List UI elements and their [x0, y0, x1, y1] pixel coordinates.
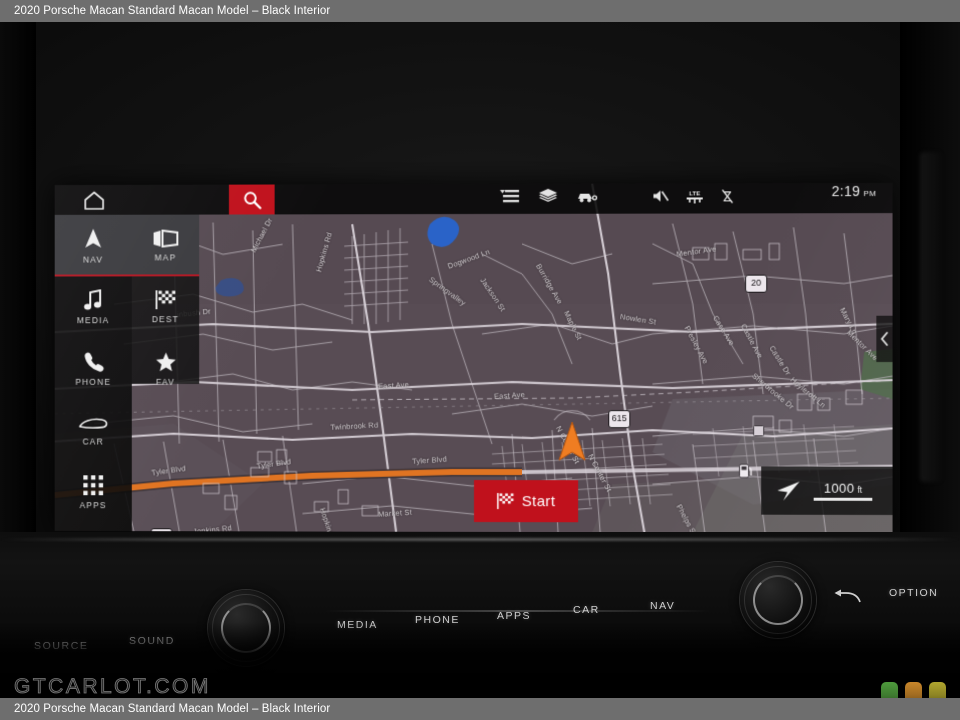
map-scale-bar [813, 497, 873, 501]
screenshot-root: 2020 Porsche Macan Standard Macan Model … [0, 0, 960, 720]
layers-icon[interactable] [538, 188, 557, 209]
sidebar-item-car[interactable]: CAR [55, 400, 132, 462]
sidebar-item-apps-label: APPS [79, 499, 107, 510]
hardware-button-apps[interactable]: APPS [497, 610, 531, 622]
sidebar-item-map-label: MAP [154, 251, 177, 262]
checkered-flag-icon [496, 493, 513, 509]
home-icon [83, 191, 105, 211]
map-scale-unit: ft [857, 484, 863, 495]
search-button[interactable] [228, 184, 275, 215]
sidebar-item-car-label: CAR [82, 436, 104, 447]
home-button[interactable] [69, 187, 120, 215]
console-trim-sheen [0, 538, 960, 541]
screen-status-bar: LTE Z 2:19 PM [54, 182, 893, 215]
green-swatch[interactable] [881, 682, 898, 698]
status-icons-left-group [499, 184, 598, 214]
traffic-icon[interactable] [577, 189, 598, 209]
no-data-icon: Z [721, 188, 734, 209]
sidebar-item-phone-label: PHONE [75, 376, 112, 387]
nav-rail-sub: MAP DEST FAV [131, 214, 200, 386]
star-icon [155, 352, 176, 371]
start-button-label: Start [521, 492, 556, 510]
navigation-arrow-icon [85, 228, 102, 248]
option-button[interactable]: OPTION [889, 587, 938, 599]
map-scale-widget[interactable]: 1000 ft [761, 466, 893, 515]
map-scale-readout: 1000 ft [813, 480, 873, 501]
sidebar-item-nav[interactable]: NAV [54, 214, 132, 277]
route-shield: 20 [745, 274, 768, 293]
sidebar-item-map[interactable]: MAP [131, 214, 200, 277]
vehicle-interior-photo: Michael DrHopkins Rdinbush DrDogwood LnS… [0, 22, 960, 698]
sidebar-item-nav-label: NAV [83, 254, 104, 265]
olive-swatch[interactable] [929, 682, 946, 698]
caption-top: 2020 Porsche Macan Standard Macan Model … [0, 0, 960, 22]
route-shield: 615 [608, 410, 631, 429]
dash-left-trim [0, 22, 36, 532]
caption-bottom: 2020 Porsche Macan Standard Macan Model … [0, 698, 960, 720]
car-icon [78, 415, 108, 431]
north-arrow-icon [777, 481, 800, 501]
sidebar-item-fav[interactable]: FAV [132, 338, 199, 400]
sidebar-item-dest[interactable]: DEST [132, 276, 199, 338]
status-icons-right-group: LTE Z [652, 183, 734, 213]
sidebar-item-fav-label: FAV [156, 376, 175, 387]
hardware-button-car[interactable]: CAR [573, 604, 600, 616]
sidebar-item-dest-label: DEST [151, 314, 180, 325]
checkered-flag-icon [155, 290, 176, 310]
infotainment-screen[interactable]: Michael DrHopkins Rdinbush DrDogwood LnS… [54, 182, 893, 534]
hardware-button-nav[interactable]: NAV [650, 600, 675, 612]
sidebar-item-media-label: MEDIA [76, 315, 110, 326]
phone-handset-icon [84, 352, 104, 372]
music-note-icon [84, 289, 103, 310]
search-icon [244, 191, 262, 210]
start-route-button[interactable]: Start [473, 480, 579, 523]
back-arrow-icon [834, 589, 861, 603]
orange-swatch[interactable] [905, 682, 922, 698]
back-button[interactable] [820, 582, 874, 612]
panel-expand-button[interactable] [876, 315, 893, 363]
grid-apps-icon [83, 474, 104, 495]
svg-text:LTE: LTE [689, 191, 700, 197]
status-clock: 2:19 PM [832, 183, 877, 213]
sidebar-item-phone[interactable]: PHONE [55, 338, 132, 400]
clock-time: 2:19 [831, 182, 861, 200]
lte-signal-icon: LTE [685, 188, 705, 209]
sidebar-item-apps[interactable]: APPS [55, 461, 132, 523]
dash-right-vent [920, 152, 942, 482]
mute-icon[interactable] [652, 189, 668, 209]
nav-rail-main: NAV MEDIA PHONE CAR APPS [54, 214, 132, 532]
watermark: GTCARLOT.COM [14, 675, 211, 698]
color-swatches [881, 682, 946, 698]
map-scale-value: 1000 [823, 480, 855, 496]
sidebar-item-media[interactable]: MEDIA [55, 276, 132, 338]
list-icon[interactable] [499, 189, 519, 209]
chevron-left-icon [880, 332, 888, 346]
map-fold-icon [153, 229, 179, 247]
clock-period: PM [863, 188, 877, 199]
